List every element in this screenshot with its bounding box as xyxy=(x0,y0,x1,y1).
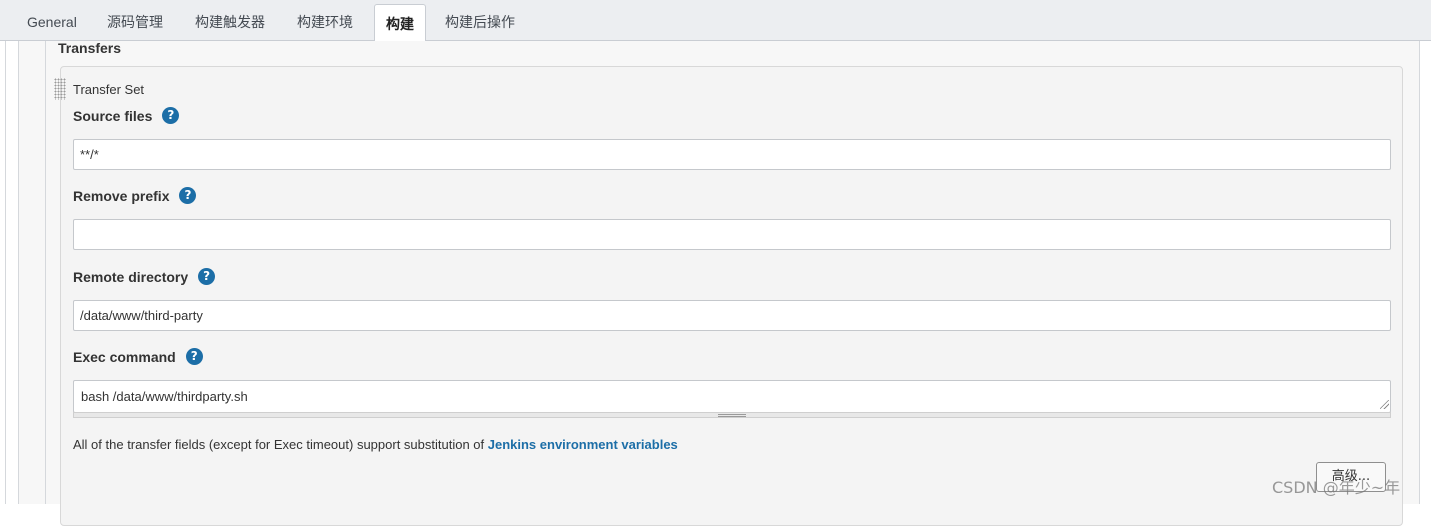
substitution-note: All of the transfer fields (except for E… xyxy=(73,437,678,452)
transfer-set-panel xyxy=(60,66,1403,526)
exec-command-label-text: Exec command xyxy=(73,348,176,365)
source-files-label-text: Source files xyxy=(73,107,153,124)
source-files-label: Source files ? xyxy=(73,107,180,124)
remote-directory-label-text: Remote directory xyxy=(73,268,189,285)
tab-build-triggers[interactable]: 构建触发器 xyxy=(195,0,265,41)
tab-post-build-actions[interactable]: 构建后操作 xyxy=(445,0,515,41)
tab-general[interactable]: General xyxy=(27,0,77,41)
substitution-note-text: All of the transfer fields (except for E… xyxy=(73,437,488,452)
frame-line-right xyxy=(1419,41,1420,504)
watermark: CSDN @年少~年 xyxy=(1272,478,1401,497)
tab-build-environment[interactable]: 构建环境 xyxy=(297,0,353,41)
remove-prefix-input[interactable] xyxy=(73,219,1391,250)
transfer-set-title: Transfer Set xyxy=(73,82,145,97)
exec-command-wrapper: bash /data/www/thirdparty.sh xyxy=(73,380,1391,418)
remove-prefix-label-text: Remove prefix xyxy=(73,187,170,204)
tab-build[interactable]: 构建 xyxy=(374,4,426,43)
section-title: Transfers xyxy=(58,40,122,56)
help-icon[interactable]: ? xyxy=(162,107,180,124)
resize-corner-icon[interactable] xyxy=(1380,400,1389,409)
frame-line-inner-left xyxy=(18,41,19,504)
help-icon[interactable]: ? xyxy=(185,348,203,365)
remove-prefix-label: Remove prefix ? xyxy=(73,187,197,204)
jenkins-env-vars-link[interactable]: Jenkins environment variables xyxy=(488,437,678,452)
remote-directory-label: Remote directory ? xyxy=(73,268,216,285)
remote-directory-input[interactable] xyxy=(73,300,1391,331)
frame-line-section xyxy=(45,41,46,504)
drag-handle-icon[interactable] xyxy=(54,78,66,100)
source-files-input[interactable] xyxy=(73,139,1391,170)
tab-source-management[interactable]: 源码管理 xyxy=(107,0,163,41)
help-icon[interactable]: ? xyxy=(179,187,197,204)
grip-lines-icon xyxy=(718,414,746,417)
exec-command-textarea[interactable]: bash /data/www/thirdparty.sh xyxy=(73,380,1391,413)
help-icon[interactable]: ? xyxy=(198,268,216,285)
tab-bar: General 源码管理 构建触发器 构建环境 构建 构建后操作 xyxy=(0,0,1431,43)
exec-command-label: Exec command ? xyxy=(73,348,203,365)
frame-line-left xyxy=(5,41,6,504)
textarea-resize-handle[interactable] xyxy=(73,412,1391,418)
